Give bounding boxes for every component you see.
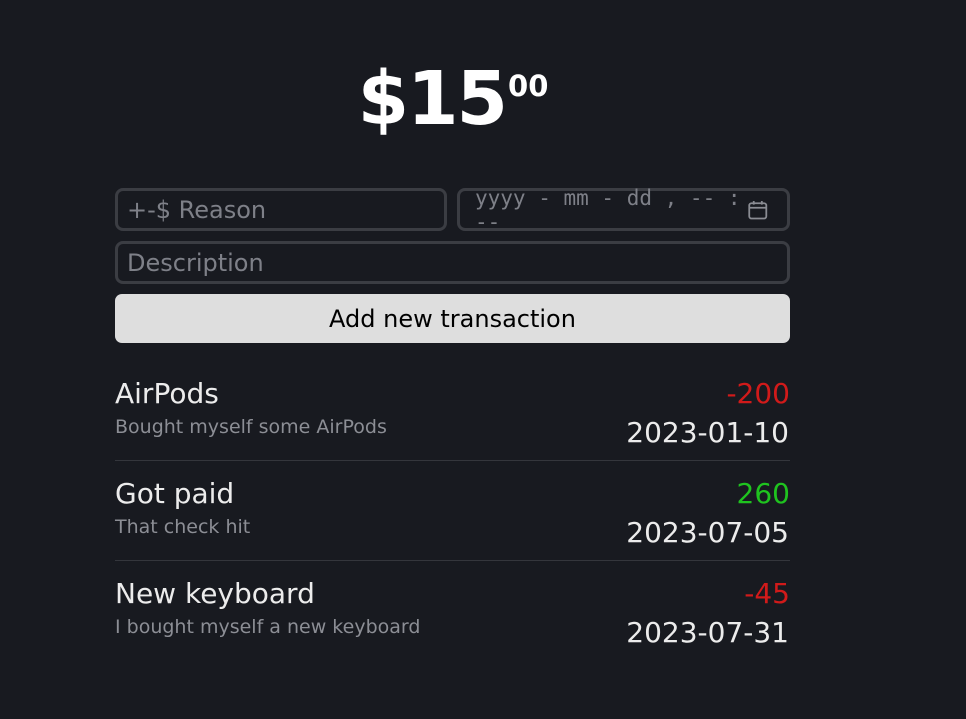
transaction-amount: 260: [736, 477, 790, 510]
transaction-item: New keyboard I bought myself a new keybo…: [115, 561, 790, 660]
transaction-date: 2023-07-05: [626, 516, 789, 549]
datetime-input[interactable]: yyyy - mm - dd , -- : --: [457, 185, 790, 234]
transaction-item: Got paid That check hit 260 2023-07-05: [115, 461, 790, 561]
transaction-amount: -45: [744, 577, 790, 610]
datetime-placeholder: yyyy - mm - dd , -- : --: [475, 185, 741, 234]
transaction-date: 2023-01-10: [626, 416, 789, 449]
description-input[interactable]: [115, 241, 790, 284]
transaction-description: Bought myself some AirPods: [115, 416, 387, 438]
transaction-description: I bought myself a new keyboard: [115, 616, 421, 638]
balance-display: $1500: [0, 62, 906, 136]
transaction-name: Got paid: [115, 477, 235, 510]
transaction-description: That check hit: [115, 516, 251, 538]
calendar-icon[interactable]: [747, 198, 769, 222]
transaction-name: New keyboard: [115, 577, 315, 610]
transaction-list: AirPods Bought myself some AirPods -200 …: [115, 361, 790, 660]
transaction-name: AirPods: [115, 377, 219, 410]
transaction-date: 2023-07-31: [626, 616, 789, 649]
transaction-amount: -200: [726, 377, 790, 410]
transaction-item: AirPods Bought myself some AirPods -200 …: [115, 361, 790, 461]
balance-cents: 00: [508, 69, 549, 103]
reason-input[interactable]: [115, 188, 447, 231]
balance-dollars: $15: [357, 56, 508, 142]
add-transaction-button[interactable]: Add new transaction: [115, 294, 790, 343]
